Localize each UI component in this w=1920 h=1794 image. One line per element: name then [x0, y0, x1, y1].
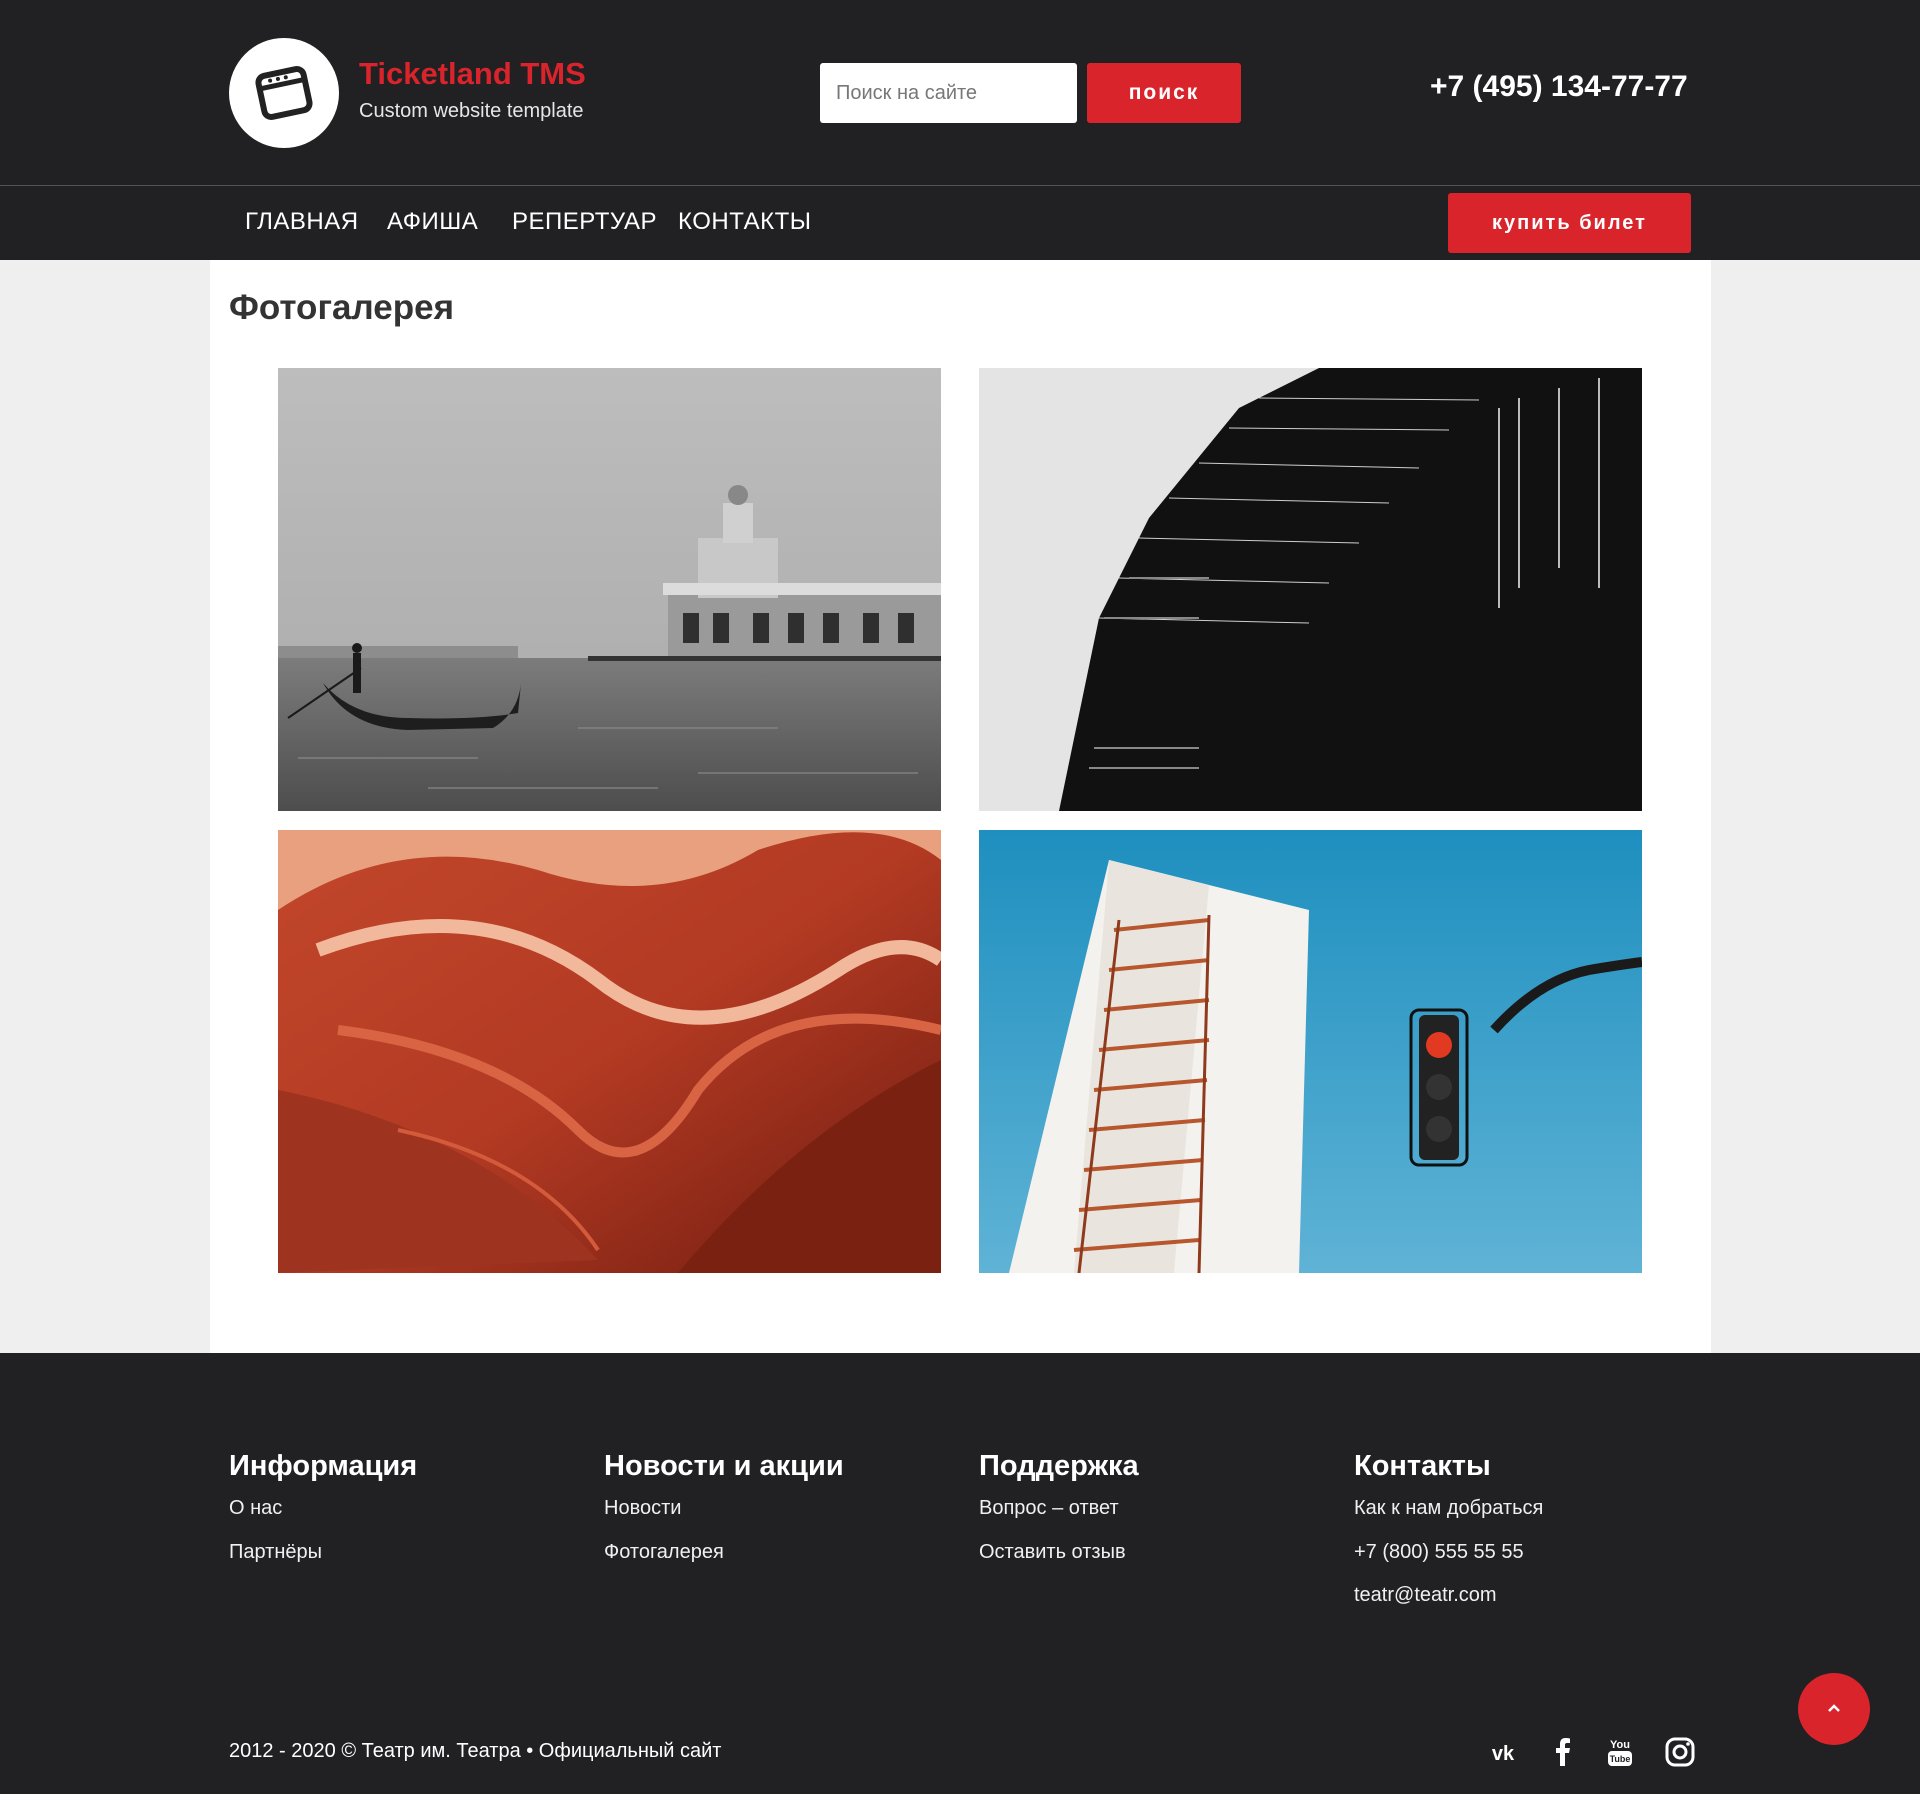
- footer-link-about[interactable]: О нас: [229, 1497, 282, 1520]
- ticket-icon: [255, 65, 313, 121]
- footer-link-directions[interactable]: Как к нам добраться: [1354, 1497, 1543, 1520]
- page-title: Фотогалерея: [229, 288, 454, 327]
- scroll-to-top-button[interactable]: [1798, 1673, 1870, 1745]
- svg-text:You: You: [1610, 1739, 1630, 1751]
- nav-item-afisha[interactable]: АФИША: [387, 208, 478, 236]
- gallery-photo-building[interactable]: [979, 368, 1642, 811]
- search-button[interactable]: поиск: [1087, 63, 1241, 123]
- nav-item-contacts[interactable]: КОНТАКТЫ: [678, 208, 811, 236]
- svg-text:Tube: Tube: [1610, 1754, 1631, 1764]
- facebook-icon[interactable]: [1546, 1735, 1580, 1769]
- footer-link-partners[interactable]: Партнёры: [229, 1541, 322, 1564]
- brand-title[interactable]: Ticketland TMS: [359, 56, 586, 92]
- footer-heading-news: Новости и акции: [604, 1450, 844, 1482]
- gallery-photo-fire-escape[interactable]: [979, 830, 1642, 1273]
- instagram-icon[interactable]: [1663, 1735, 1697, 1769]
- brand-subtitle: Custom website template: [359, 100, 584, 122]
- svg-text:vk: vk: [1492, 1743, 1515, 1765]
- gallery-photo-venice[interactable]: [278, 368, 941, 811]
- nav-item-home[interactable]: ГЛАВНАЯ: [245, 208, 359, 236]
- footer-link-email[interactable]: teatr@teatr.com: [1354, 1584, 1497, 1607]
- footer-link-feedback[interactable]: Оставить отзыв: [979, 1541, 1126, 1564]
- header-phone[interactable]: +7 (495) 134-77-77: [1430, 70, 1688, 104]
- footer-link-gallery[interactable]: Фотогалерея: [604, 1541, 724, 1564]
- site-footer: [0, 1353, 1920, 1794]
- footer-heading-support: Поддержка: [979, 1450, 1139, 1482]
- chevron-up-icon: [1828, 1703, 1840, 1712]
- copyright-text: 2012 - 2020 © Театр им. Театра • Официал…: [229, 1740, 722, 1762]
- footer-link-news[interactable]: Новости: [604, 1497, 681, 1520]
- nav-item-repertoire[interactable]: РЕПЕРТУАР: [512, 208, 657, 236]
- site-logo[interactable]: [229, 38, 339, 148]
- search-input[interactable]: [820, 63, 1077, 123]
- footer-heading-info: Информация: [229, 1450, 418, 1482]
- buy-ticket-button[interactable]: купить билет: [1448, 193, 1691, 253]
- footer-heading-contacts: Контакты: [1354, 1450, 1491, 1482]
- footer-link-phone[interactable]: +7 (800) 555 55 55: [1354, 1541, 1524, 1564]
- gallery-photo-canyon[interactable]: [278, 830, 941, 1273]
- youtube-icon[interactable]: You Tube: [1603, 1735, 1637, 1769]
- footer-link-faq[interactable]: Вопрос – ответ: [979, 1497, 1119, 1520]
- vk-icon[interactable]: vk: [1486, 1735, 1520, 1769]
